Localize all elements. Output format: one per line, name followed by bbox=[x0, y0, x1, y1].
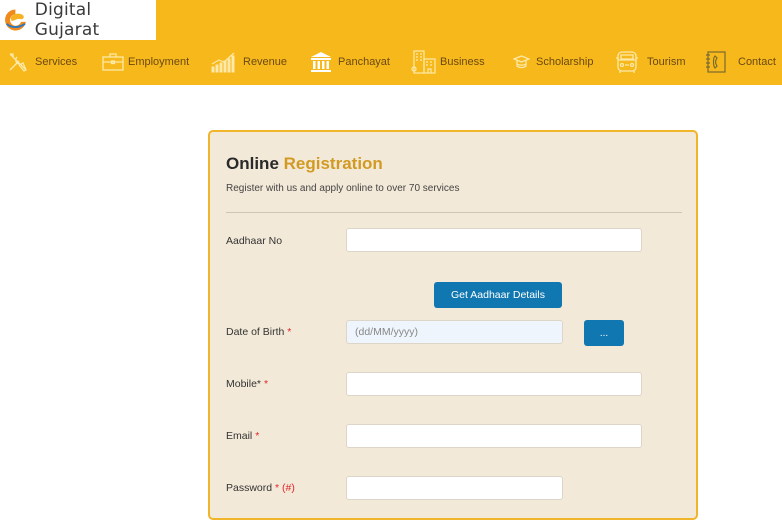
dob-label-text: Date of Birth bbox=[226, 326, 285, 338]
nav-item-revenue[interactable]: Revenue bbox=[211, 44, 287, 80]
aadhaar-label: Aadhaar No bbox=[226, 235, 283, 247]
main-navigation: Services Employment Revenue Panchayat Bu… bbox=[0, 44, 782, 80]
required-mark: * bbox=[287, 326, 292, 338]
get-aadhaar-details-button[interactable]: Get Aadhaar Details bbox=[434, 282, 562, 308]
nav-item-tourism[interactable]: Tourism bbox=[615, 44, 686, 80]
form-divider bbox=[226, 212, 682, 213]
graduation-cap-icon bbox=[513, 54, 530, 68]
required-mark: * bbox=[275, 482, 280, 494]
government-building-icon bbox=[311, 52, 331, 72]
nav-item-panchayat[interactable]: Panchayat bbox=[310, 44, 390, 80]
site-logo[interactable]: Digital Gujarat bbox=[0, 0, 156, 40]
form-title-online: Online bbox=[226, 154, 279, 173]
online-registration-form: Online Registration Register with us and… bbox=[208, 130, 698, 520]
nav-item-scholarship[interactable]: Scholarship bbox=[513, 44, 593, 80]
date-picker-button[interactable]: ... bbox=[584, 320, 624, 346]
aadhaar-input[interactable] bbox=[346, 228, 642, 252]
nav-label: Panchayat bbox=[338, 56, 390, 68]
password-label-text: Password bbox=[226, 482, 273, 494]
tools-icon bbox=[9, 53, 27, 72]
nav-item-services[interactable]: Services bbox=[7, 44, 77, 80]
dob-label: Date of Birth * bbox=[226, 326, 291, 338]
nav-label: Contact bbox=[738, 56, 776, 68]
form-title: Online Registration bbox=[226, 154, 383, 174]
password-note: (#) bbox=[282, 482, 295, 494]
nav-label: Services bbox=[35, 56, 78, 68]
brand-name: Digital Gujarat bbox=[34, 0, 100, 40]
dob-input[interactable] bbox=[346, 320, 563, 344]
mobile-label-text: Mobile* bbox=[226, 378, 262, 390]
nav-item-employment[interactable]: Employment bbox=[102, 44, 189, 80]
nav-label: Revenue bbox=[243, 56, 288, 68]
growth-chart-icon bbox=[211, 52, 235, 73]
email-input[interactable] bbox=[346, 424, 642, 448]
form-subtitle: Register with us and apply online to ove… bbox=[226, 183, 460, 194]
nav-label: Employment bbox=[128, 56, 190, 68]
nav-item-business[interactable]: Business bbox=[411, 44, 485, 80]
briefcase-icon bbox=[102, 53, 124, 71]
office-buildings-icon bbox=[411, 50, 436, 74]
nav-label: Tourism bbox=[647, 56, 686, 68]
required-mark: * bbox=[263, 378, 269, 390]
bus-icon bbox=[616, 51, 638, 73]
password-label: Password * (#) bbox=[226, 482, 295, 494]
password-input[interactable] bbox=[346, 476, 563, 500]
email-label: Email * bbox=[226, 430, 259, 442]
form-title-registration: Registration bbox=[283, 154, 383, 173]
nav-item-contact[interactable]: Contact bbox=[705, 44, 776, 80]
email-label-text: Email bbox=[226, 430, 253, 442]
nav-label: Business bbox=[440, 56, 485, 68]
digital-gujarat-logo-icon bbox=[5, 9, 26, 31]
phone-book-icon bbox=[706, 51, 726, 73]
nav-label: Scholarship bbox=[536, 56, 594, 68]
required-mark: * bbox=[255, 430, 260, 442]
mobile-label: Mobile* * bbox=[226, 378, 268, 390]
site-header: Digital Gujarat Services Employment Reve… bbox=[0, 0, 782, 85]
mobile-input[interactable] bbox=[346, 372, 642, 396]
